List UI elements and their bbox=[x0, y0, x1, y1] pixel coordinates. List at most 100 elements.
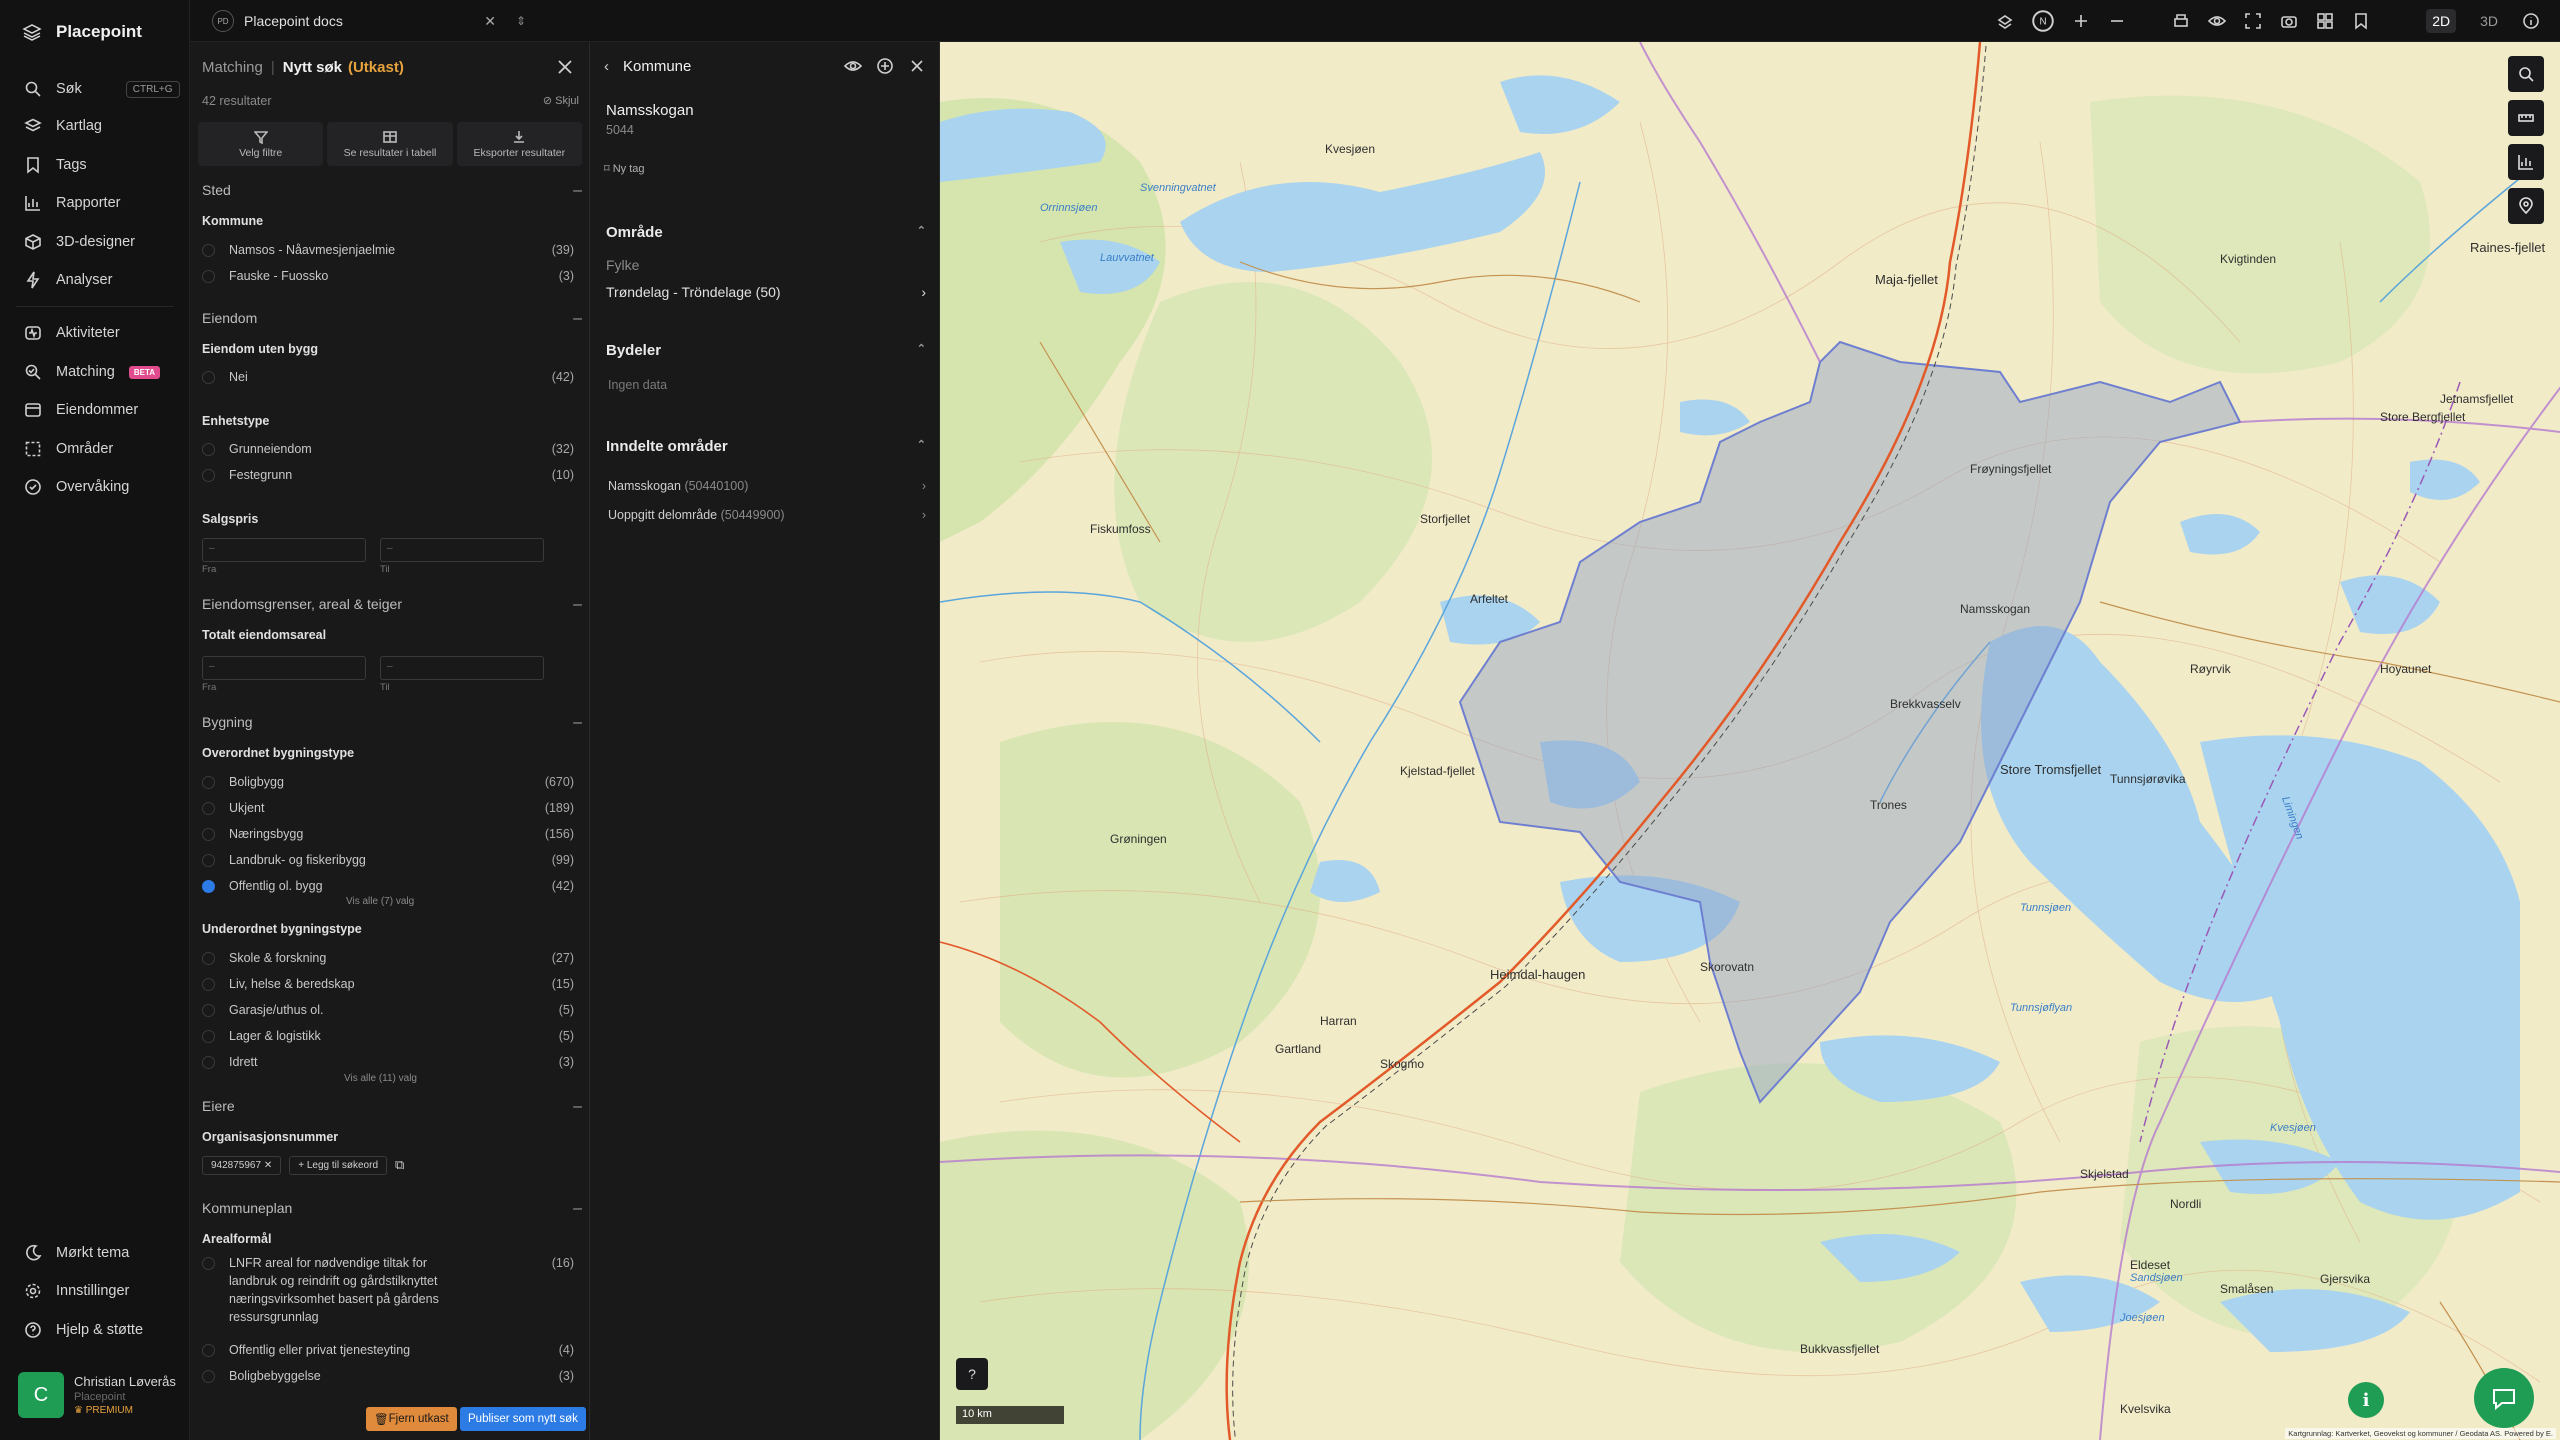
map-tool-button[interactable] bbox=[2508, 144, 2544, 180]
checkbox[interactable] bbox=[202, 1055, 215, 1069]
area-from-input[interactable]: – bbox=[202, 656, 366, 680]
target-icon[interactable] bbox=[876, 57, 894, 75]
map-tool-button[interactable] bbox=[2508, 188, 2544, 224]
filter-option[interactable]: Ukjent (189) bbox=[202, 797, 574, 819]
checkbox[interactable] bbox=[202, 1369, 215, 1383]
close-icon[interactable] bbox=[908, 57, 926, 75]
grid-icon[interactable] bbox=[2316, 12, 2334, 30]
collapse-icon[interactable]: – bbox=[573, 1200, 582, 1218]
checkbox[interactable] bbox=[202, 1003, 215, 1017]
filter-option[interactable]: Lager & logistikk (5) bbox=[202, 1025, 574, 1047]
filter-option[interactable]: Garasje/uthus ol. (5) bbox=[202, 999, 574, 1021]
section-bydeler[interactable]: Bydeler ⌃ bbox=[606, 342, 926, 359]
nav-item-aktiviteter[interactable]: Aktiviteter bbox=[24, 318, 120, 348]
checkbox[interactable] bbox=[202, 243, 215, 257]
section-eiere[interactable]: Eiere – bbox=[202, 1098, 582, 1116]
nav-item-rapporter[interactable]: Rapporter bbox=[24, 188, 120, 218]
info-button[interactable]: i bbox=[2348, 1382, 2384, 1418]
zoom-out-icon[interactable] bbox=[2108, 12, 2126, 30]
camera-icon[interactable] bbox=[2280, 12, 2298, 30]
section-sted[interactable]: Sted – bbox=[202, 182, 582, 200]
info-icon[interactable] bbox=[2522, 12, 2540, 30]
chat-button[interactable] bbox=[2474, 1368, 2534, 1428]
map-tool-button[interactable] bbox=[2508, 56, 2544, 92]
checkbox[interactable] bbox=[202, 775, 215, 789]
clear-icon[interactable]: ✕ bbox=[484, 13, 496, 30]
checkbox[interactable] bbox=[202, 827, 215, 841]
workspace-selector[interactable]: PD Placepoint docs ✕ ⇕ bbox=[206, 6, 526, 36]
filter-option[interactable]: LNFR areal for nødvendige tiltak for lan… bbox=[202, 1254, 574, 1326]
filter-option[interactable]: Idrett (3) bbox=[202, 1051, 574, 1073]
export-button[interactable]: Eksporter resultater bbox=[456, 122, 582, 166]
collapse-icon[interactable]: – bbox=[573, 310, 582, 328]
checkbox[interactable] bbox=[202, 853, 215, 867]
eye-icon[interactable] bbox=[2208, 12, 2227, 30]
checkbox[interactable] bbox=[202, 977, 215, 991]
filter-option[interactable]: Offentlig eller privat tjenesteyting (4) bbox=[202, 1339, 574, 1361]
nav-item-tags[interactable]: Tags bbox=[24, 150, 87, 180]
section-kommuneplan[interactable]: Kommuneplan – bbox=[202, 1200, 582, 1218]
collapse-icon[interactable]: – bbox=[573, 182, 582, 200]
org-number-chip[interactable]: 942875967 ✕ + Legg til søkeord ⧉ bbox=[202, 1154, 404, 1176]
section-eiendomsgrenser[interactable]: Eiendomsgrenser, areal & teiger – bbox=[202, 596, 582, 614]
filter-option[interactable]: Landbruk- og fiskeribygg (99) bbox=[202, 849, 574, 871]
layers-stack-icon[interactable] bbox=[1996, 12, 2014, 30]
filter-option[interactable]: Festegrunn (10) bbox=[202, 464, 574, 486]
zoom-in-icon[interactable] bbox=[2072, 12, 2090, 30]
subarea-item[interactable]: Namsskogan (50440100) › bbox=[608, 479, 926, 493]
nav-item-omrader[interactable]: Områder bbox=[24, 434, 113, 464]
map-canvas[interactable]: Kvesjøen Maja-fjellet Kvigtinden Raines-… bbox=[940, 42, 2560, 1440]
nav-item-3d-designer[interactable]: 3D-designer bbox=[24, 227, 135, 257]
new-tag-button[interactable]: ⌑ Ny tag bbox=[604, 162, 645, 175]
mode-3d-toggle[interactable]: 3D bbox=[2474, 9, 2504, 33]
chevron-up-icon[interactable]: ⌃ bbox=[917, 438, 926, 455]
chevron-up-icon[interactable]: ⌃ bbox=[917, 342, 926, 359]
checkbox[interactable] bbox=[202, 370, 215, 384]
remove-chip-icon[interactable]: ✕ bbox=[264, 1160, 272, 1171]
filter-option[interactable]: Nei (42) bbox=[202, 366, 574, 388]
nav-item-help[interactable]: Hjelp & støtte bbox=[24, 1315, 143, 1345]
section-omrade[interactable]: Område ⌃ bbox=[606, 224, 926, 241]
table-view-button[interactable]: Se resultater i tabell bbox=[327, 122, 453, 166]
nav-item-overvaking[interactable]: Overvåking bbox=[24, 472, 129, 502]
eye-icon[interactable] bbox=[844, 57, 862, 75]
breadcrumb-matching[interactable]: Matching bbox=[202, 59, 263, 76]
checkbox[interactable] bbox=[202, 951, 215, 965]
add-keyword-button[interactable]: + Legg til søkeord bbox=[289, 1155, 388, 1175]
area-to-input[interactable]: – bbox=[380, 656, 544, 680]
show-all-link[interactable]: Vis alle (7) valg bbox=[346, 896, 414, 907]
bookmark-icon[interactable] bbox=[2352, 12, 2370, 30]
section-inndelte-omrader[interactable]: Inndelte områder ⌃ bbox=[606, 438, 926, 455]
price-to-input[interactable]: – bbox=[380, 538, 544, 562]
filter-option[interactable]: Skole & forskning (27) bbox=[202, 947, 574, 969]
show-all-link[interactable]: Vis alle (11) valg bbox=[344, 1073, 417, 1084]
choose-filters-button[interactable]: Velg filtre bbox=[198, 122, 324, 166]
section-bygning[interactable]: Bygning – bbox=[202, 714, 582, 732]
checkbox-checked[interactable] bbox=[202, 879, 215, 893]
subarea-item[interactable]: Uoppgitt delområde (50449900) › bbox=[608, 508, 926, 522]
compass-icon[interactable]: N bbox=[2032, 10, 2054, 32]
nav-item-kartlag[interactable]: Kartlag bbox=[24, 111, 102, 141]
remove-draft-button[interactable]: 🗑︎ Fjern utkast bbox=[366, 1407, 457, 1431]
price-from-input[interactable]: – bbox=[202, 538, 366, 562]
checkbox[interactable] bbox=[202, 269, 215, 283]
filter-option[interactable]: Namsos - Nåavmesjenjaelmie (39) bbox=[202, 239, 574, 261]
map-help-button[interactable]: ? bbox=[956, 1358, 988, 1390]
nav-item-eiendommer[interactable]: Eiendommer bbox=[24, 395, 138, 425]
filter-option[interactable]: Næringsbygg (156) bbox=[202, 823, 574, 845]
nav-item-analyser[interactable]: Analyser bbox=[24, 265, 112, 295]
nav-item-search[interactable]: Søk CTRL+G bbox=[24, 74, 180, 104]
collapse-icon[interactable]: – bbox=[573, 1098, 582, 1116]
filter-option[interactable]: Grunneiendom (32) bbox=[202, 438, 574, 460]
publish-button[interactable]: Publiser som nytt søk bbox=[460, 1407, 586, 1431]
nav-item-settings[interactable]: Innstillinger bbox=[24, 1276, 129, 1306]
checkbox[interactable] bbox=[202, 1257, 215, 1270]
filter-option[interactable]: Boligbygg (670) bbox=[202, 771, 574, 793]
copy-icon[interactable]: ⧉ bbox=[395, 1157, 404, 1173]
brand[interactable]: Placepoint bbox=[22, 22, 142, 42]
chevron-up-icon[interactable]: ⌃ bbox=[917, 224, 926, 241]
mode-2d-toggle[interactable]: 2D bbox=[2426, 9, 2457, 33]
checkbox[interactable] bbox=[202, 468, 215, 482]
nav-item-dark-theme[interactable]: Mørkt tema bbox=[24, 1238, 129, 1268]
filter-option[interactable]: Liv, helse & beredskap (15) bbox=[202, 973, 574, 995]
